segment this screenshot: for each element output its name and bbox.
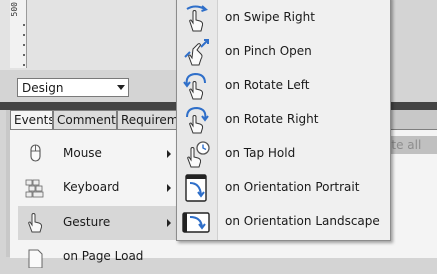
rotate-left-icon <box>181 71 211 101</box>
orientation-landscape-icon <box>181 207 211 237</box>
menu-item-page-load[interactable]: on Page Load <box>18 240 178 274</box>
ruler-tick <box>23 64 25 66</box>
submenu-item-rotate-right[interactable]: on Rotate Right <box>177 103 390 137</box>
view-mode-value: Design <box>22 81 64 95</box>
submenu-item-label: on Swipe Right <box>225 10 315 24</box>
submenu-item-swipe-right[interactable]: on Swipe Right <box>177 1 390 35</box>
chevron-down-icon[interactable] <box>117 85 125 90</box>
page-icon <box>23 246 47 269</box>
submenu-arrow-icon <box>167 219 171 227</box>
rotate-right-icon <box>181 105 211 135</box>
submenu-item-label: on Rotate Left <box>225 78 310 92</box>
menu-item-label: Gesture <box>63 215 111 229</box>
ruler-tick <box>23 34 25 36</box>
submenu-item-orientation-landscape[interactable]: on Orientation Landscape <box>177 205 390 239</box>
submenu-item-pinch-open[interactable]: on Pinch Open <box>177 35 390 69</box>
submenu-arrow-icon <box>167 184 171 192</box>
tab-events[interactable]: Events <box>10 110 53 130</box>
pinch-open-icon <box>181 37 211 67</box>
menu-item-label: Keyboard <box>63 180 120 194</box>
submenu-item-label: on Orientation Landscape <box>225 214 380 228</box>
mouse-icon <box>23 143 47 165</box>
tab-label: Comments <box>57 113 117 127</box>
tab-comments[interactable]: Comments <box>53 110 117 130</box>
orientation-portrait-icon <box>181 173 211 203</box>
tab-label: Requirements <box>121 113 176 127</box>
submenu-item-label: on Pinch Open <box>225 44 312 58</box>
submenu-item-rotate-left[interactable]: on Rotate Left <box>177 69 390 103</box>
keyboard-icon <box>23 177 47 199</box>
menu-item-gesture[interactable]: Gesture <box>18 206 178 240</box>
view-mode-select[interactable]: Design <box>17 78 129 97</box>
gesture-submenu: on Swipe Right on Pinch Open on Rotate L… <box>176 0 391 241</box>
menu-item-label: on Page Load <box>63 249 144 263</box>
submenu-item-tap-hold[interactable]: on Tap Hold <box>177 137 390 171</box>
ruler-tick <box>23 44 25 46</box>
menu-item-mouse[interactable]: Mouse <box>18 137 178 171</box>
submenu-arrow-icon <box>167 150 171 158</box>
ruler-label: 500 <box>10 2 19 17</box>
submenu-item-orientation-portrait[interactable]: on Orientation Portrait <box>177 171 390 205</box>
editor-canvas-area: 500 <box>0 0 180 70</box>
tap-hold-icon <box>181 139 211 169</box>
tab-label: Events <box>14 113 53 127</box>
submenu-item-label: on Orientation Portrait <box>225 180 360 194</box>
swipe-right-icon <box>181 3 211 33</box>
menu-item-label: Mouse <box>63 146 102 160</box>
vertical-ruler: 500 <box>10 0 27 68</box>
ruler-tick <box>23 54 25 56</box>
menu-item-keyboard[interactable]: Keyboard <box>18 171 178 205</box>
submenu-item-label: on Rotate Right <box>225 112 319 126</box>
hand-gesture-icon <box>23 212 47 234</box>
tab-requirements[interactable]: Requirements <box>117 110 177 130</box>
ruler-tick <box>23 24 25 26</box>
submenu-item-label: on Tap Hold <box>225 146 296 160</box>
